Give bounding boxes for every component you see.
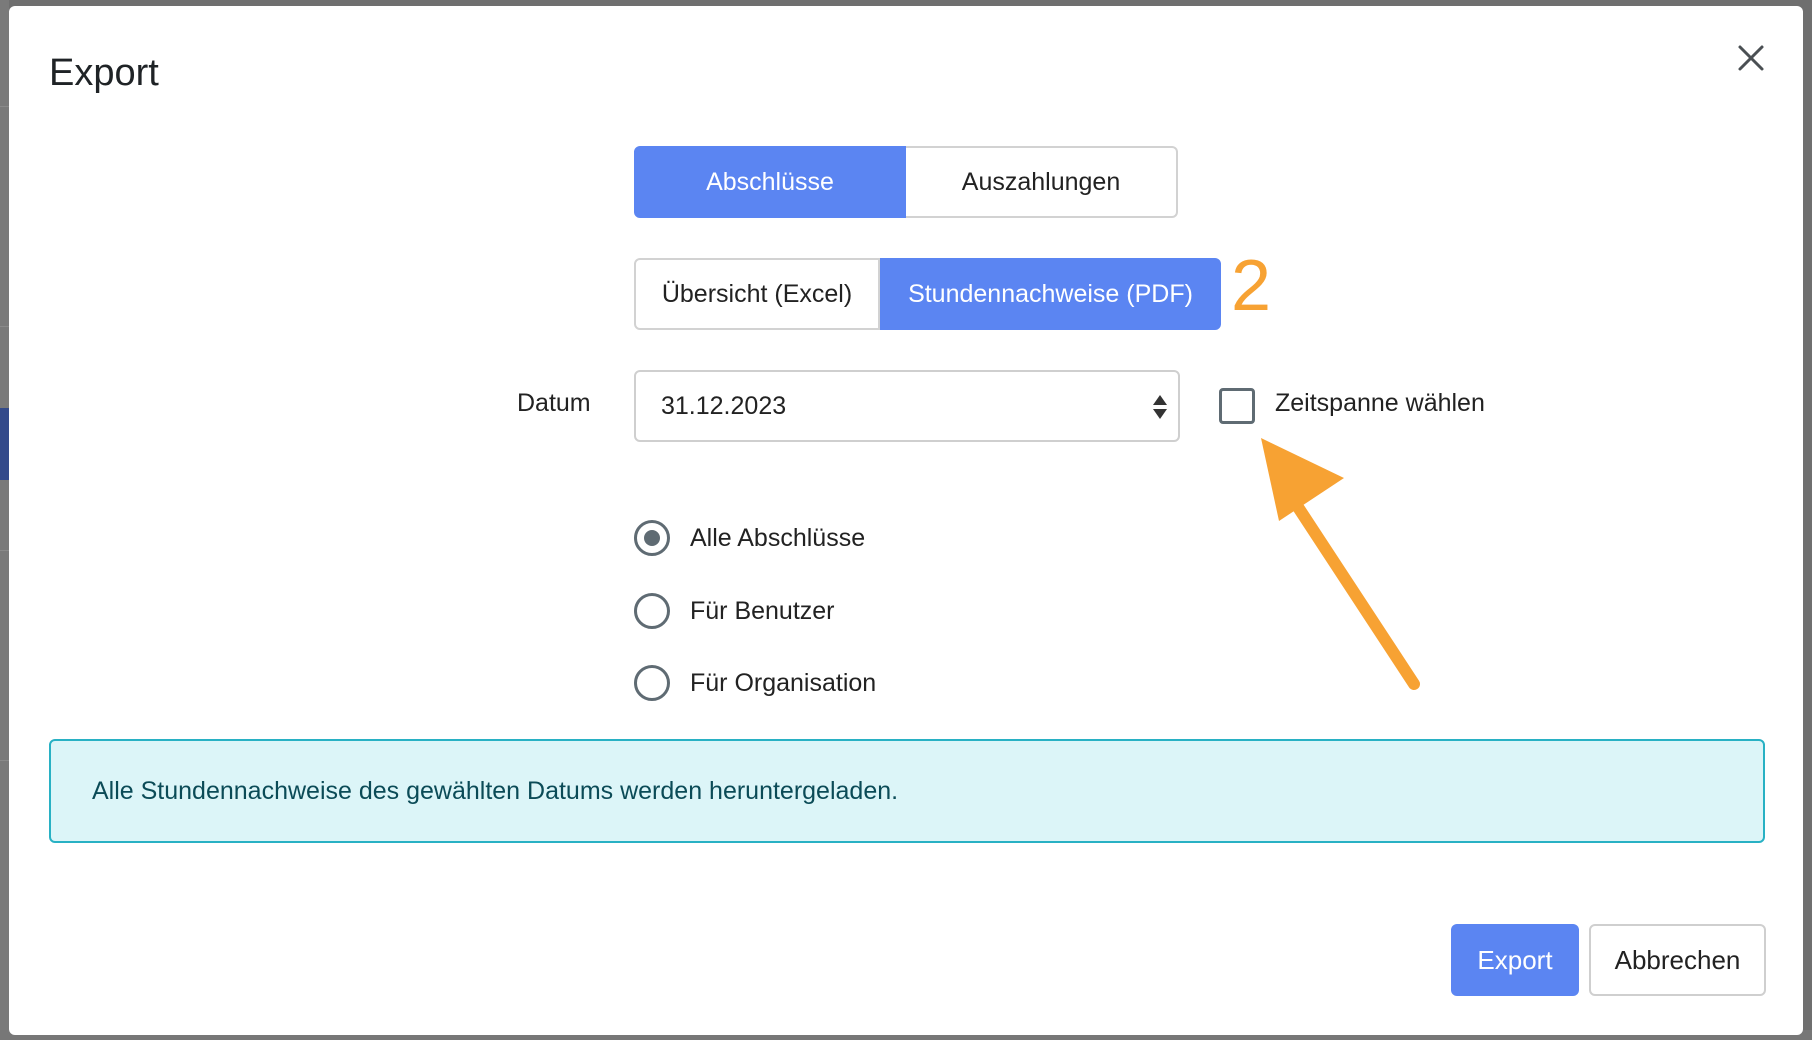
cancel-button[interactable]: Abbrechen: [1589, 924, 1766, 996]
date-value: 31.12.2023: [661, 391, 787, 420]
info-alert-text: Alle Stundennachweise des gewählten Datu…: [92, 776, 899, 805]
background-divider: [0, 106, 9, 107]
export-dialog: Export Abschlüsse Auszahlungen Übersicht…: [9, 6, 1803, 1035]
radio-button[interactable]: [634, 593, 670, 629]
background-divider: [0, 326, 9, 327]
timespan-checkbox-label: Zeitspanne wählen: [1275, 389, 1485, 417]
radio-fuer-benutzer[interactable]: Für Benutzer: [634, 593, 835, 629]
arrow-pointer-icon: [1261, 438, 1420, 690]
tab-auszahlungen[interactable]: Auszahlungen: [906, 146, 1178, 218]
close-button[interactable]: [1729, 36, 1773, 80]
radio-button[interactable]: [634, 665, 670, 701]
background-divider: [0, 550, 9, 551]
export-type-tabs: Abschlüsse Auszahlungen: [634, 146, 1178, 218]
radio-fuer-organisation[interactable]: Für Organisation: [634, 665, 876, 701]
tab-uebersicht-excel[interactable]: Übersicht (Excel): [634, 258, 880, 330]
tab-stundennachweise-pdf[interactable]: Stundennachweise (PDF): [880, 258, 1221, 330]
radio-label: Für Organisation: [690, 668, 877, 697]
radio-button[interactable]: [634, 520, 670, 556]
timespan-checkbox[interactable]: [1219, 388, 1255, 424]
date-select[interactable]: 31.12.2023: [634, 370, 1180, 442]
background-selected-row: [0, 408, 9, 480]
sort-arrows-icon: [1153, 395, 1167, 419]
annotation-step-number: 2: [1231, 246, 1272, 326]
radio-label: Alle Abschlüsse: [690, 523, 866, 552]
dialog-title: Export: [49, 52, 159, 94]
background-divider: [0, 760, 9, 761]
radio-alle-abschluesse[interactable]: Alle Abschlüsse: [634, 520, 865, 556]
close-icon: [1738, 45, 1764, 71]
date-label: Datum: [517, 389, 591, 417]
format-tabs: Übersicht (Excel) Stundennachweise (PDF): [634, 258, 1221, 330]
background-app-edge: [0, 0, 9, 1040]
info-alert: Alle Stundennachweise des gewählten Datu…: [49, 739, 1765, 843]
tab-abschluesse[interactable]: Abschlüsse: [634, 146, 906, 218]
export-button[interactable]: Export: [1451, 924, 1579, 996]
radio-label: Für Benutzer: [690, 596, 835, 625]
